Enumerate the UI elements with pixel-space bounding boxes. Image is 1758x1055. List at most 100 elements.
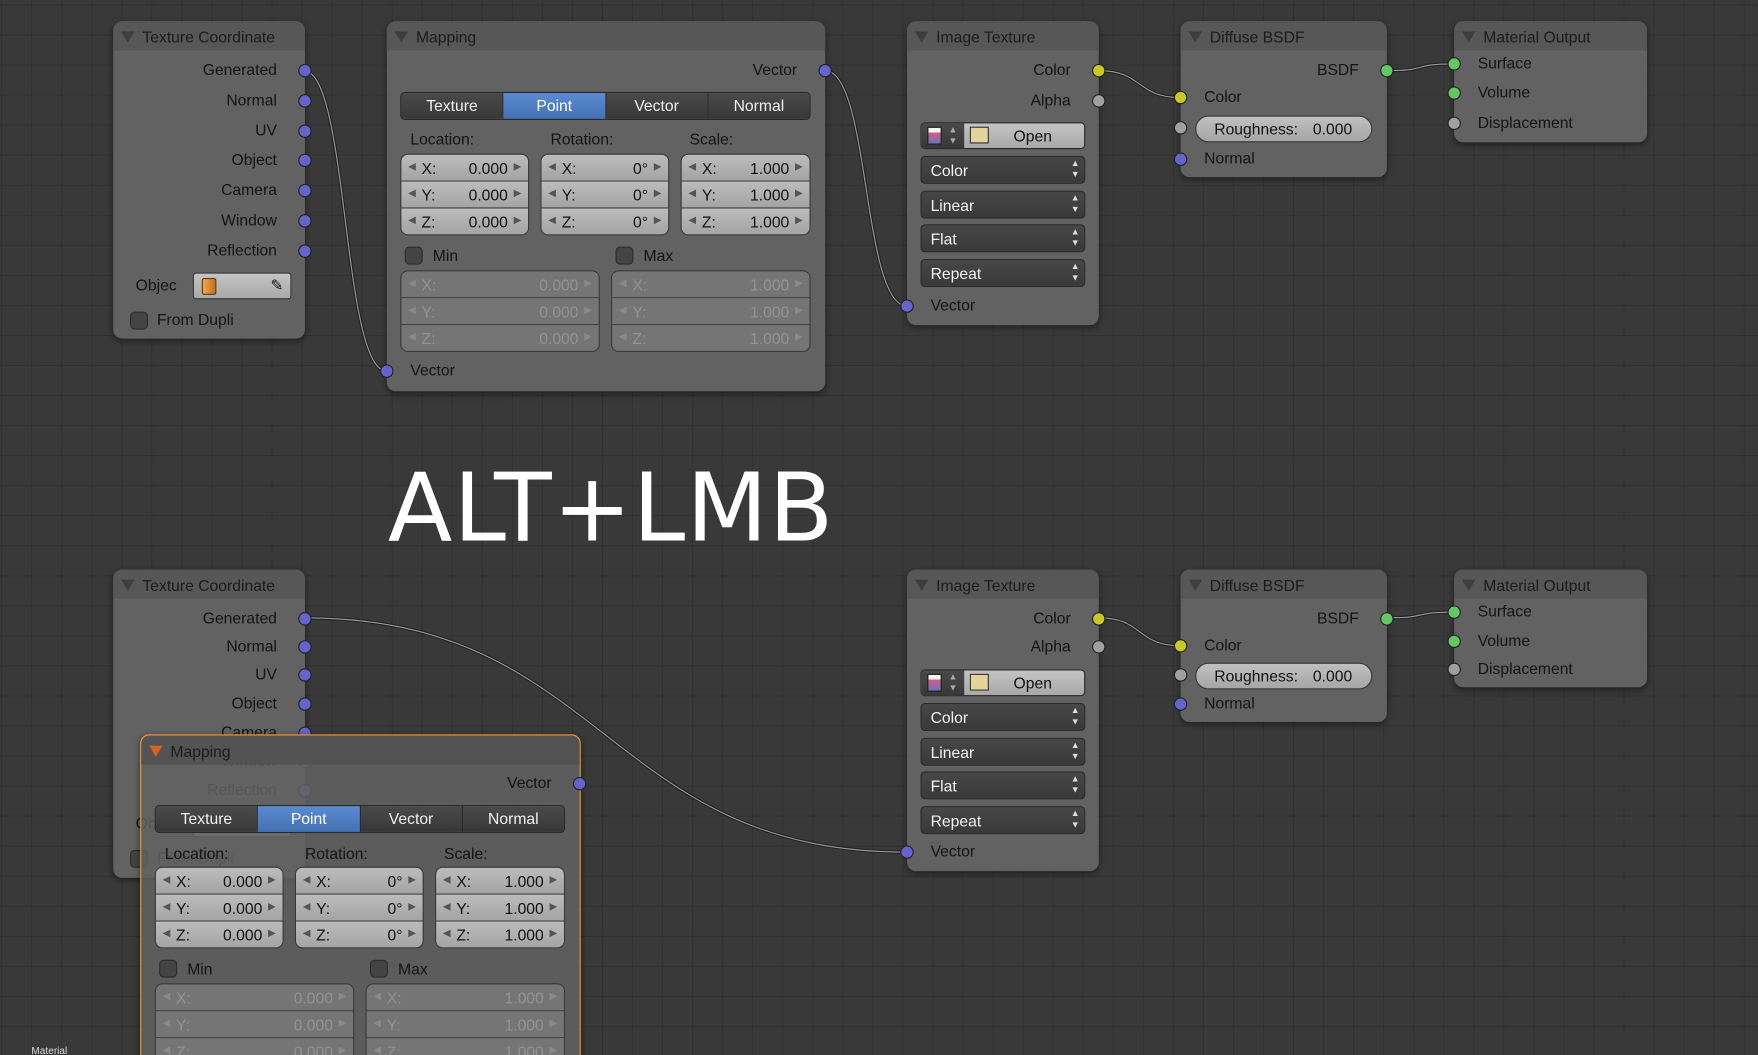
number-field[interactable]: ◀ Y: 1.000 ▶ (436, 894, 564, 922)
tab-point[interactable]: Point (503, 93, 606, 119)
output-socket[interactable] (1092, 612, 1106, 626)
node-header[interactable]: Mapping (141, 735, 580, 765)
number-field[interactable]: ◀ Y: 0° ▶ (295, 894, 423, 922)
decrement-arrow-icon[interactable]: ◀ (163, 927, 171, 939)
input-socket[interactable] (1173, 90, 1188, 105)
open-button[interactable]: Open (1014, 127, 1052, 145)
output-socket[interactable] (1092, 94, 1106, 108)
node-header[interactable]: Mapping (386, 21, 826, 51)
decrement-arrow-icon[interactable]: ◀ (443, 900, 451, 912)
input-socket[interactable] (1447, 57, 1461, 71)
node-link[interactable] (1098, 70, 1181, 99)
increment-arrow-icon[interactable]: ▶ (408, 873, 416, 885)
increment-arrow-icon[interactable]: ▶ (268, 927, 276, 939)
number-field[interactable]: ◀ Z: 1.000 ▶ (436, 921, 564, 948)
increment-arrow-icon[interactable]: ▶ (795, 187, 803, 199)
tab-normal[interactable]: Normal (708, 93, 810, 119)
number-field[interactable]: ◀ X: 0° ▶ (295, 867, 423, 895)
number-field[interactable]: ◀ X: 0.000 ▶ (155, 867, 283, 895)
collapse-triangle-icon[interactable] (121, 31, 135, 43)
output-socket[interactable] (1092, 63, 1106, 78)
output-socket[interactable] (298, 183, 312, 198)
input-socket[interactable] (1447, 605, 1461, 619)
image-texture-node[interactable]: Image Texture Color Alpha ▲ ▼ Open Color ▲ ▼ Line… (900, 21, 1106, 326)
collapse-triangle-icon[interactable] (1462, 579, 1476, 591)
number-field[interactable]: ◀ X: 1.000 ▶ (681, 154, 810, 182)
increment-arrow-icon[interactable]: ▶ (268, 873, 276, 885)
max-checkbox[interactable] (615, 246, 634, 265)
number-field[interactable]: ◀ Z: 0° ▶ (541, 208, 669, 235)
output-socket[interactable] (298, 214, 312, 228)
output-socket[interactable] (298, 640, 312, 654)
input-socket[interactable] (1447, 634, 1461, 649)
number-field[interactable]: ◀ Y: 1.000 ▶ (681, 181, 810, 209)
roughness-field[interactable]: Roughness: 0.000 (1195, 662, 1373, 690)
number-field[interactable]: ◀ X: 0.000 ▶ (401, 154, 529, 182)
from-dupli-checkbox[interactable] (130, 311, 148, 330)
rotation-fields[interactable]: ◀ X: 0° ▶ ◀ Y: 0° ▶ ◀ Z: 0° ▶ (294, 866, 424, 949)
output-socket[interactable] (298, 124, 312, 138)
dropdown-color[interactable]: Color ▲ ▼ (920, 155, 1086, 184)
decrement-arrow-icon[interactable]: ◀ (303, 900, 311, 912)
dropdown-linear[interactable]: Linear ▲ ▼ (920, 190, 1086, 219)
increment-arrow-icon[interactable]: ▶ (268, 900, 276, 912)
node-link[interactable] (303, 70, 387, 372)
increment-arrow-icon[interactable]: ▶ (514, 214, 522, 226)
image-browse-button[interactable]: ▲ ▼ (921, 123, 965, 148)
node-header[interactable]: Material Output (1454, 21, 1647, 51)
dropdown-flat[interactable]: Flat ▲ ▼ (920, 771, 1086, 800)
dropdown-flat[interactable]: Flat ▲ ▼ (920, 224, 1086, 253)
tab-normal[interactable]: Normal (462, 806, 564, 832)
increment-arrow-icon[interactable]: ▶ (654, 160, 662, 172)
scale-fields[interactable]: ◀ X: 1.000 ▶ ◀ Y: 1.000 ▶ ◀ Z: 1.000 ▶ (680, 153, 811, 236)
mapping-node[interactable]: Mapping Vector Texture Point Vector Normal Loc… (380, 21, 832, 392)
increment-arrow-icon[interactable]: ▶ (654, 214, 662, 226)
tab-texture[interactable]: Texture (155, 806, 259, 832)
decrement-arrow-icon[interactable]: ◀ (688, 214, 696, 226)
number-field[interactable]: ◀ Z: 0.000 ▶ (401, 208, 529, 235)
roughness-field[interactable]: Roughness: 0.000 (1195, 115, 1373, 143)
number-field[interactable]: ◀ X: 0° ▶ (541, 154, 669, 182)
collapse-triangle-icon[interactable] (914, 579, 929, 591)
input-socket[interactable] (1173, 121, 1188, 135)
min-checkbox[interactable] (404, 246, 423, 265)
tab-texture[interactable]: Texture (401, 93, 504, 119)
output-socket[interactable] (298, 612, 312, 626)
decrement-arrow-icon[interactable]: ◀ (408, 187, 416, 199)
object-field[interactable]: ✎ (192, 272, 292, 300)
increment-arrow-icon[interactable]: ▶ (408, 927, 416, 939)
increment-arrow-icon[interactable]: ▶ (795, 160, 803, 172)
input-socket[interactable] (1173, 697, 1188, 711)
increment-arrow-icon[interactable]: ▶ (654, 187, 662, 199)
tab-vector[interactable]: Vector (605, 93, 709, 119)
node-header[interactable]: Texture Coordinate (113, 21, 305, 51)
increment-arrow-icon[interactable]: ▶ (549, 927, 557, 939)
decrement-arrow-icon[interactable]: ◀ (303, 873, 311, 885)
material-output-node[interactable]: Material Output Surface Volume Displacement (1447, 21, 1647, 143)
decrement-arrow-icon[interactable]: ◀ (548, 214, 556, 226)
vector-type-tabs[interactable]: Texture Point Vector Normal (400, 91, 811, 120)
increment-arrow-icon[interactable]: ▶ (549, 873, 557, 885)
input-socket[interactable] (1173, 668, 1188, 682)
node-header[interactable]: Diffuse BSDF (1180, 569, 1387, 599)
increment-arrow-icon[interactable]: ▶ (408, 900, 416, 912)
collapse-triangle-icon[interactable] (1462, 31, 1476, 43)
output-socket[interactable] (1380, 63, 1394, 78)
decrement-arrow-icon[interactable]: ◀ (163, 900, 171, 912)
diffuse-bsdf-node[interactable]: Diffuse BSDF BSDF Color Roughness: 0.000 Norm… (1173, 569, 1394, 723)
node-editor-canvas[interactable]: ALT+LMB Material Texture Coordinate Gener… (0, 0, 1758, 1055)
number-field[interactable]: ◀ Z: 0° ▶ (295, 921, 423, 948)
eyedropper-icon[interactable]: ✎ (270, 276, 283, 295)
increment-arrow-icon[interactable]: ▶ (549, 900, 557, 912)
image-open-row[interactable]: ▲ ▼ Open (920, 122, 1086, 150)
material-output-node[interactable]: Material Output Surface Volume Displacement (1447, 569, 1647, 688)
decrement-arrow-icon[interactable]: ◀ (443, 927, 451, 939)
decrement-arrow-icon[interactable]: ◀ (408, 214, 416, 226)
rotation-fields[interactable]: ◀ X: 0° ▶ ◀ Y: 0° ▶ ◀ Z: 0° ▶ (540, 153, 670, 236)
collapse-triangle-icon[interactable] (394, 31, 409, 43)
output-socket[interactable] (1092, 640, 1106, 654)
input-socket[interactable] (1447, 662, 1461, 677)
increment-arrow-icon[interactable]: ▶ (514, 160, 522, 172)
image-open-row[interactable]: ▲ ▼ Open (920, 669, 1086, 697)
image-browse-button[interactable]: ▲ ▼ (921, 670, 965, 696)
